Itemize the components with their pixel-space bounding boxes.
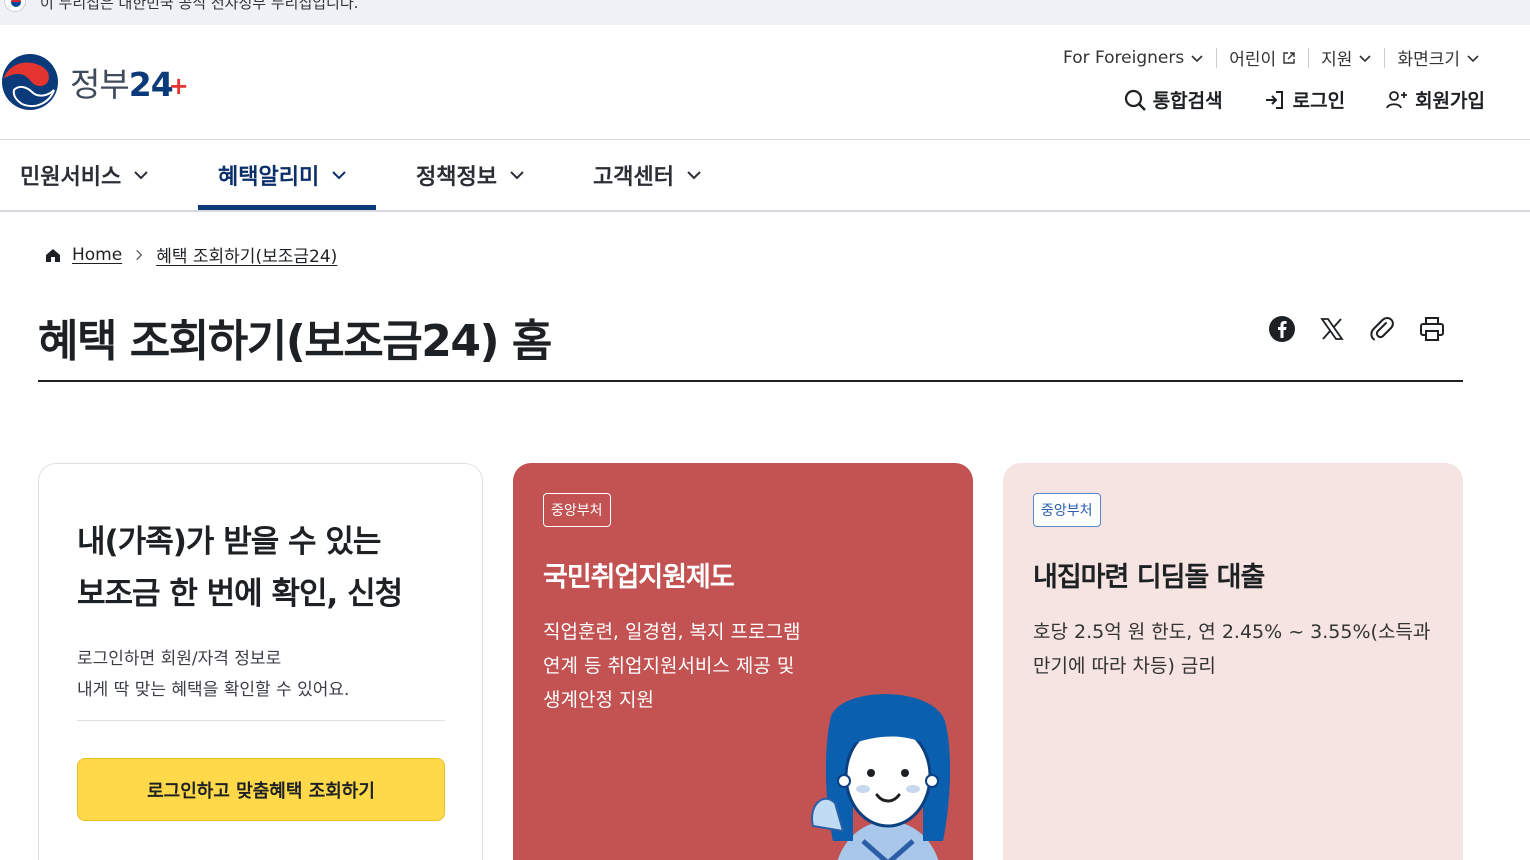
benefit-card-description: 직업훈련, 일경험, 복지 프로그램 연계 등 취업지원서비스 제공 및 생계안… [543,621,801,711]
tab-label: 민원서비스 [20,165,122,190]
facebook-icon [1269,316,1295,342]
gov-banner-text: 이 누리집은 대한민국 공식 전자정부 누리집입니다. [40,0,359,12]
external-link-icon [1283,51,1295,64]
login-benefit-card: 내(가족)가 받을 수 있는 보조금 한 번에 확인, 신청 로그인하면 회원/… [38,463,483,860]
search-button[interactable]: 통합검색 [1123,86,1223,113]
util-item-kids[interactable]: 어린이 [1217,45,1308,70]
chevron-right-icon [136,249,143,260]
util-item-screen-size[interactable]: 화면크기 [1385,45,1492,70]
chevron-down-icon [1359,54,1372,62]
share-tools [1268,311,1446,347]
logo-plus: + [168,72,189,100]
util-item-label: 화면크기 [1397,50,1460,70]
site-logo[interactable]: 정부24+ [0,52,189,112]
login-card-desc-line: 내게 딱 맞는 혜택을 확인할 수 있어요. [77,680,350,700]
chevron-down-icon [510,171,524,180]
signup-button-label: 회원가입 [1415,90,1485,112]
link-icon [1370,317,1394,341]
title-divider [38,380,1463,382]
share-facebook-button[interactable] [1268,311,1296,347]
ministry-badge: 중앙부처 [1033,493,1101,527]
benefit-card-title: 내집마련 디딤돌 대출 [1033,562,1265,593]
util-item-label: 지원 [1321,50,1353,70]
chevron-down-icon [1467,54,1479,62]
breadcrumb-home-link[interactable]: Home [72,245,122,265]
nav-divider [0,210,1530,212]
login-card-headline: 내(가족)가 받을 수 있는 보조금 한 번에 확인, 신청 [77,516,403,620]
login-card-desc-line: 로그인하면 회원/자격 정보로 [77,649,282,669]
login-icon [1265,90,1283,109]
print-icon [1420,317,1444,341]
chevron-down-icon [134,171,148,180]
page-title: 혜택 조회하기(보조금24) 홈 [38,316,552,367]
benefit-card-description: 호당 2.5억 원 한도, 연 2.45% ~ 3.55%(소득과 만기에 따라… [1033,621,1431,677]
login-button-label: 로그인 [1292,90,1346,112]
chevron-down-icon [687,171,701,180]
login-card-description: 로그인하면 회원/자격 정보로 내게 딱 맞는 혜택을 확인할 수 있어요. [77,644,349,706]
signup-button[interactable]: 회원가입 [1385,86,1485,113]
util-item-label: For Foreigners [1063,47,1185,68]
x-icon [1320,318,1344,340]
benefit-card-employment[interactable]: 중앙부처 국민취업지원제도 직업훈련, 일경험, 복지 프로그램 연계 등 취업… [513,463,973,860]
logo-number: 24 [128,65,174,104]
tab-label: 혜택알리미 [218,165,320,190]
benefit-card-title: 국민취업지원제도 [543,562,735,593]
search-icon [1124,89,1146,111]
tab-policy-info[interactable]: 정책정보 [416,140,527,210]
util-item-foreigners[interactable]: For Foreigners [1051,48,1216,68]
taegukgi-flag-icon [4,0,26,12]
search-button-label: 통합검색 [1152,90,1223,112]
gov-banner: 이 누리집은 대한민국 공식 전자정부 누리집입니다. [0,0,1530,25]
benefit-card-home-loan[interactable]: 중앙부처 내집마련 디딤돌 대출 호당 2.5억 원 한도, 연 2.45% ~… [1003,463,1463,860]
util-item-support[interactable]: 지원 [1309,45,1384,70]
chevron-down-icon [1191,54,1203,62]
tab-customer-center[interactable]: 고객센터 [593,140,704,210]
login-check-benefits-button[interactable]: 로그인하고 맞춤혜택 조회하기 [77,758,445,821]
main-nav: 민원서비스 혜택알리미 정책정보 고객센터 [0,140,1530,211]
chevron-down-icon [332,171,346,180]
login-card-headline-line: 보조금 한 번에 확인, 신청 [77,576,403,612]
util-item-label: 어린이 [1229,50,1277,70]
utility-nav: For Foreigners 어린이 지원 화면크기 [1051,45,1492,70]
login-button[interactable]: 로그인 [1263,86,1345,113]
print-button[interactable] [1418,311,1446,347]
logo-text: 정부 [70,65,130,104]
tab-label: 고객센터 [593,165,674,190]
login-card-divider [77,720,445,721]
person-illustration-icon [811,694,951,860]
login-card-headline-line: 내(가족)가 받을 수 있는 [77,524,381,560]
breadcrumb-current-link[interactable]: 혜택 조회하기(보조금24) [156,242,337,267]
gov-emblem-icon [0,52,60,112]
user-plus-icon [1386,90,1408,108]
tab-label: 정책정보 [416,165,497,190]
ministry-badge: 중앙부처 [543,493,611,527]
copy-link-button[interactable] [1368,311,1396,347]
share-x-button[interactable] [1318,311,1346,347]
tab-civil-services[interactable]: 민원서비스 [20,140,151,210]
tab-benefit-alerts[interactable]: 혜택알리미 [218,140,349,210]
action-nav: 통합검색 로그인 회원가입 [1123,86,1485,113]
home-icon [46,248,60,262]
logo-wordmark: 정부24+ [70,58,189,106]
breadcrumb: Home 혜택 조회하기(보조금24) [44,242,337,267]
